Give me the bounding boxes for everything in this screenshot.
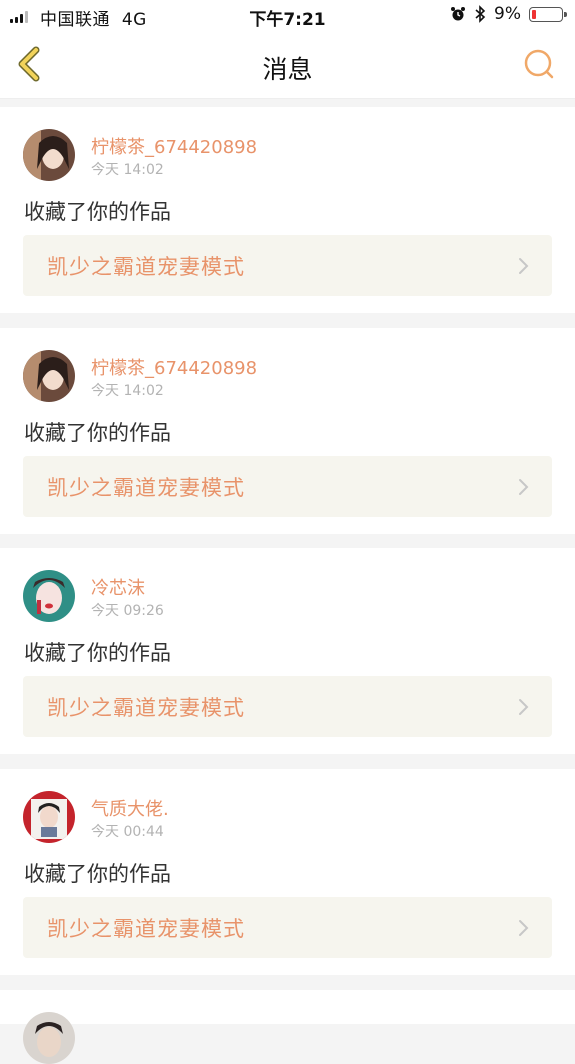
timestamp: 今天 09:26 bbox=[91, 603, 164, 619]
status-right-icons: 9% bbox=[450, 4, 567, 24]
message-card: 冷芯沫 今天 09:26 收藏了你的作品 凯少之霸道宠妻模式 bbox=[0, 548, 575, 754]
chevron-right-icon bbox=[519, 258, 529, 274]
battery-icon bbox=[529, 6, 567, 22]
work-title: 凯少之霸道宠妻模式 bbox=[47, 476, 245, 500]
avatar[interactable] bbox=[23, 129, 75, 181]
username[interactable]: 柠檬茶_674420898 bbox=[91, 133, 257, 159]
message-card: 柠檬茶_674420898 今天 14:02 收藏了你的作品 凯少之霸道宠妻模式 bbox=[0, 107, 575, 313]
action-text: 收藏了你的作品 bbox=[24, 200, 171, 224]
bluetooth-icon bbox=[475, 5, 486, 23]
avatar[interactable] bbox=[23, 350, 75, 402]
avatar[interactable] bbox=[23, 570, 75, 622]
timestamp: 今天 14:02 bbox=[91, 162, 164, 178]
timestamp: 今天 14:02 bbox=[91, 383, 164, 399]
work-link[interactable]: 凯少之霸道宠妻模式 bbox=[23, 676, 552, 737]
chevron-right-icon bbox=[519, 920, 529, 936]
chevron-right-icon bbox=[519, 479, 529, 495]
alarm-icon bbox=[451, 7, 466, 21]
message-card: 气质大佬. 今天 00:44 收藏了你的作品 凯少之霸道宠妻模式 bbox=[0, 769, 575, 975]
work-title: 凯少之霸道宠妻模式 bbox=[47, 255, 245, 279]
message-card: 柠檬茶_674420898 今天 14:02 收藏了你的作品 凯少之霸道宠妻模式 bbox=[0, 328, 575, 534]
message-card-partial bbox=[0, 990, 575, 1064]
username[interactable]: 冷芯沫 bbox=[91, 574, 145, 600]
action-text: 收藏了你的作品 bbox=[24, 641, 171, 665]
search-button[interactable] bbox=[521, 46, 557, 82]
nav-bar: 消息 bbox=[0, 32, 575, 99]
work-link[interactable]: 凯少之霸道宠妻模式 bbox=[23, 897, 552, 958]
work-title: 凯少之霸道宠妻模式 bbox=[47, 696, 245, 720]
page-title: 消息 bbox=[262, 55, 313, 84]
status-bar: 中国联通 4G 下午7:21 9% bbox=[0, 0, 575, 32]
work-link[interactable]: 凯少之霸道宠妻模式 bbox=[23, 235, 552, 296]
chevron-right-icon bbox=[519, 699, 529, 715]
work-link[interactable]: 凯少之霸道宠妻模式 bbox=[23, 456, 552, 517]
username[interactable]: 气质大佬. bbox=[91, 795, 169, 821]
action-text: 收藏了你的作品 bbox=[24, 421, 171, 445]
username[interactable]: 柠檬茶_674420898 bbox=[91, 354, 257, 380]
battery-percent: 9% bbox=[494, 4, 521, 24]
timestamp: 今天 00:44 bbox=[91, 824, 164, 840]
avatar[interactable] bbox=[23, 791, 75, 843]
avatar[interactable] bbox=[23, 1012, 75, 1064]
action-text: 收藏了你的作品 bbox=[24, 862, 171, 886]
work-title: 凯少之霸道宠妻模式 bbox=[47, 917, 245, 941]
